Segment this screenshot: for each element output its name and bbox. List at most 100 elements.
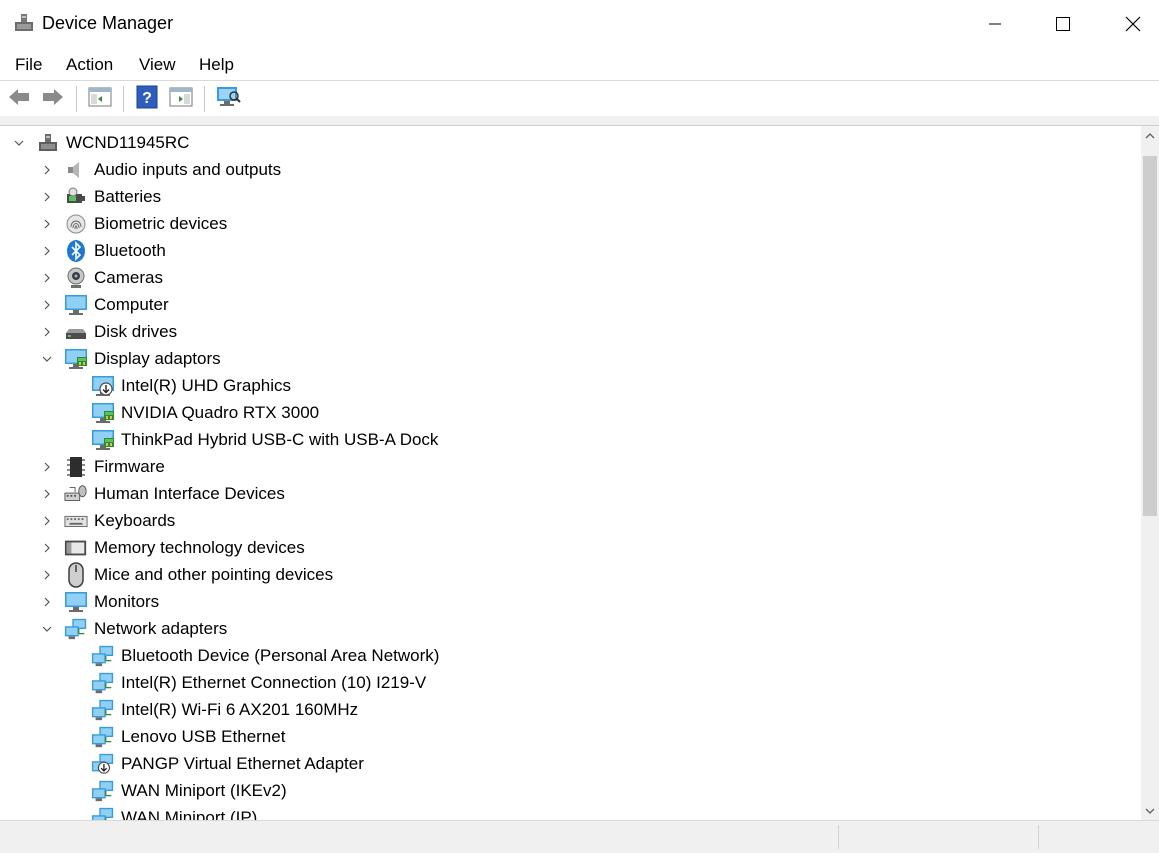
chevron-right-icon[interactable]: [40, 595, 54, 609]
tree-item-label: WCND11945RC: [66, 133, 190, 152]
tree-item-label: Mice and other pointing devices: [94, 565, 334, 584]
bluetooth-icon: [64, 239, 88, 263]
help-icon: ?: [136, 85, 158, 114]
maximize-icon: [1055, 16, 1071, 32]
menu-bar: File Action View Help: [0, 50, 1159, 81]
tree-category[interactable]: Display adaptors: [40, 345, 221, 372]
tree-item-label: Biometric devices: [94, 214, 228, 233]
chevron-down-icon[interactable]: [40, 352, 54, 366]
chevron-right-icon[interactable]: [40, 541, 54, 555]
tree-device[interactable]: Intel(R) UHD Graphics: [91, 372, 291, 399]
tree-device[interactable]: WAN Miniport (IP): [91, 804, 257, 820]
tree-item-label: PANGP Virtual Ethernet Adapter: [121, 754, 364, 773]
battery-icon: [64, 185, 88, 209]
memory-card-icon: [64, 536, 88, 560]
chevron-right-icon[interactable]: [40, 190, 54, 204]
chevron-right-icon[interactable]: [40, 514, 54, 528]
close-button[interactable]: [1098, 0, 1159, 48]
tree-category[interactable]: Mice and other pointing devices: [40, 561, 333, 588]
menu-action[interactable]: Action: [64, 55, 115, 75]
tree-device[interactable]: Intel(R) Wi-Fi 6 AX201 160MHz: [91, 696, 358, 723]
scroll-thumb[interactable]: [1143, 156, 1157, 516]
tree-device[interactable]: Intel(R) Ethernet Connection (10) I219-V: [91, 669, 426, 696]
forward-button[interactable]: [40, 86, 66, 112]
display-adapter-icon: [91, 401, 115, 425]
tree-root-computer[interactable]: WCND11945RC: [12, 129, 189, 156]
tree-item-label: Batteries: [94, 187, 162, 206]
tree-device[interactable]: PANGP Virtual Ethernet Adapter: [91, 750, 364, 777]
webcam-icon: [64, 266, 88, 290]
console-tree-button[interactable]: [87, 86, 113, 112]
chevron-right-icon[interactable]: [40, 568, 54, 582]
tree-item-label: Cameras: [94, 268, 163, 287]
scroll-up-button[interactable]: [1141, 126, 1159, 146]
tree-category[interactable]: Memory technology devices: [40, 534, 305, 561]
tree-device[interactable]: ThinkPad Hybrid USB-C with USB-A Dock: [91, 426, 438, 453]
tree-category[interactable]: Cameras: [40, 264, 163, 291]
tree-category[interactable]: Disk drives: [40, 318, 177, 345]
tree-item-label: Display adaptors: [94, 349, 221, 368]
device-tree-pane: WCND11945RC Audio inputs and outputs Batte…: [0, 125, 1159, 820]
device-manager-window: Device Manager File Action View Help ? W…: [0, 0, 1159, 853]
chevron-right-icon[interactable]: [40, 244, 54, 258]
chevron-down-icon[interactable]: [12, 136, 26, 150]
tree-category[interactable]: Network adapters: [40, 615, 227, 642]
tree-item-label: Intel(R) Wi-Fi 6 AX201 160MHz: [121, 700, 359, 719]
chevron-right-icon[interactable]: [40, 487, 54, 501]
tree-category[interactable]: Human Interface Devices: [40, 480, 285, 507]
tree-category[interactable]: Batteries: [40, 183, 161, 210]
network-adapter-icon: [91, 671, 115, 695]
tree-device[interactable]: Bluetooth Device (Personal Area Network): [91, 642, 439, 669]
menu-file[interactable]: File: [13, 55, 44, 75]
scroll-down-button[interactable]: [1141, 801, 1159, 820]
tree-category[interactable]: Bluetooth: [40, 237, 166, 264]
keyboard-icon: [64, 509, 88, 533]
tree-device[interactable]: WAN Miniport (IKEv2): [91, 777, 287, 804]
back-button[interactable]: [6, 86, 32, 112]
tree-item-label: Intel(R) Ethernet Connection (10) I219-V: [121, 673, 427, 692]
tree-item-label: Bluetooth Device (Personal Area Network): [121, 646, 440, 665]
tree-device[interactable]: NVIDIA Quadro RTX 3000: [91, 399, 319, 426]
minimize-button[interactable]: [960, 0, 1030, 48]
tree-item-label: Disk drives: [94, 322, 178, 341]
tree-item-label: Human Interface Devices: [94, 484, 285, 503]
tree-category[interactable]: Audio inputs and outputs: [40, 156, 281, 183]
tree-category[interactable]: Computer: [40, 291, 169, 318]
tree-item-label: Audio inputs and outputs: [94, 160, 282, 179]
tree-category[interactable]: Monitors: [40, 588, 159, 615]
display-adapter-icon: [91, 428, 115, 452]
network-adapter-icon: [64, 617, 88, 641]
menu-help[interactable]: Help: [197, 55, 236, 75]
tree-item-label: Memory technology devices: [94, 538, 305, 557]
tree-category[interactable]: Firmware: [40, 453, 165, 480]
tree-device[interactable]: Lenovo USB Ethernet: [91, 723, 285, 750]
help-button[interactable]: ?: [134, 85, 160, 114]
mouse-icon: [64, 561, 88, 588]
vertical-scrollbar[interactable]: [1141, 126, 1159, 820]
tree-item-label: Computer: [94, 295, 169, 314]
properties-button[interactable]: [168, 86, 194, 112]
chevron-right-icon[interactable]: [40, 217, 54, 231]
status-pane: [838, 825, 1039, 849]
svg-text:?: ?: [142, 90, 152, 107]
tree-item-label: Keyboards: [94, 511, 176, 530]
display-adapter-disabled-icon: [91, 374, 115, 398]
scan-hardware-button[interactable]: [215, 86, 241, 112]
chevron-right-icon[interactable]: [40, 163, 54, 177]
chevron-right-icon[interactable]: [40, 460, 54, 474]
title-bar: Device Manager: [0, 0, 1159, 48]
computer-icon: [64, 293, 88, 317]
chevron-down-icon[interactable]: [40, 622, 54, 636]
menu-view[interactable]: View: [137, 55, 178, 75]
chevron-right-icon[interactable]: [40, 325, 54, 339]
tree-category[interactable]: Biometric devices: [40, 210, 227, 237]
tree-category[interactable]: Keyboards: [40, 507, 175, 534]
firmware-chip-icon: [64, 455, 88, 479]
tree-item-label: WAN Miniport (IKEv2): [121, 781, 287, 800]
maximize-button[interactable]: [1028, 0, 1098, 48]
device-tree: WCND11945RC Audio inputs and outputs Batte…: [0, 126, 1141, 820]
speaker-icon: [64, 158, 88, 182]
chevron-right-icon[interactable]: [40, 298, 54, 312]
back-arrow-icon: [7, 87, 31, 112]
chevron-right-icon[interactable]: [40, 271, 54, 285]
